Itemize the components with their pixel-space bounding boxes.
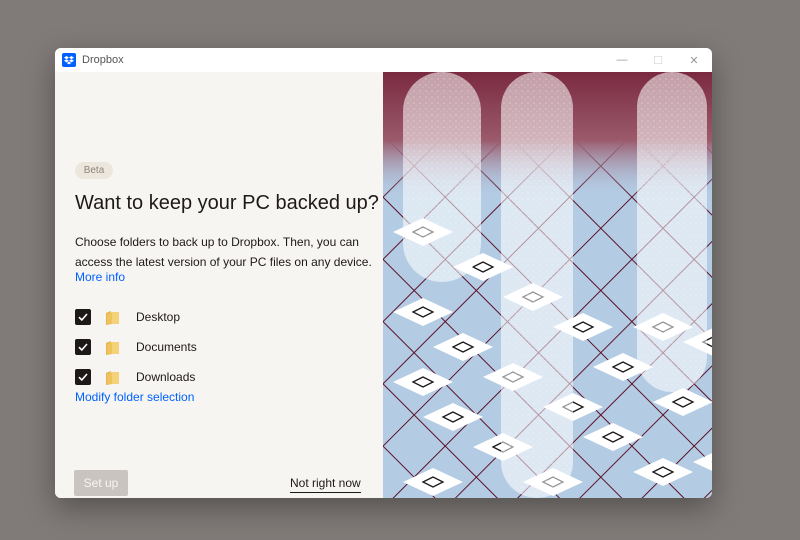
folder-name: Desktop	[136, 310, 181, 324]
checkmark-icon	[78, 373, 88, 382]
desktop-checkbox[interactable]	[75, 309, 91, 325]
folder-name: Documents	[136, 340, 197, 354]
maximize-button[interactable]: ☐	[640, 48, 676, 72]
window-title: Dropbox	[82, 54, 124, 66]
folder-list: Desktop Documents Downloads	[75, 302, 197, 392]
folder-row-downloads[interactable]: Downloads	[75, 362, 197, 392]
window-controls: — ☐ ✕	[604, 48, 712, 72]
description-text: Choose folders to back up to Dropbox. Th…	[75, 235, 372, 269]
title-bar[interactable]: Dropbox — ☐ ✕	[55, 48, 712, 72]
checkmark-icon	[78, 313, 88, 322]
folder-name: Downloads	[136, 370, 196, 384]
backup-illustration	[383, 72, 712, 498]
more-info-link[interactable]: More info	[75, 270, 125, 284]
minimize-button[interactable]: —	[604, 48, 640, 72]
illustration-graphic	[383, 72, 712, 498]
folder-icon	[106, 371, 119, 385]
page-title: Want to keep your PC backed up?	[75, 192, 379, 214]
backup-panel: Beta Want to keep your PC backed up? Cho…	[55, 72, 383, 498]
beta-badge: Beta	[75, 162, 113, 179]
modify-folder-selection-link[interactable]: Modify folder selection	[75, 390, 194, 404]
set-up-button[interactable]: Set up	[74, 470, 128, 496]
downloads-checkbox[interactable]	[75, 369, 91, 385]
folder-row-desktop[interactable]: Desktop	[75, 302, 197, 332]
not-right-now-button[interactable]: Not right now	[290, 476, 361, 493]
checkmark-icon	[78, 343, 88, 352]
dropbox-window: Dropbox — ☐ ✕ Beta Want to keep your PC …	[55, 48, 712, 498]
folder-icon	[106, 341, 119, 355]
folder-icon	[106, 311, 119, 325]
documents-checkbox[interactable]	[75, 339, 91, 355]
folder-row-documents[interactable]: Documents	[75, 332, 197, 362]
close-button[interactable]: ✕	[676, 48, 712, 72]
dropbox-logo-icon	[62, 53, 76, 67]
